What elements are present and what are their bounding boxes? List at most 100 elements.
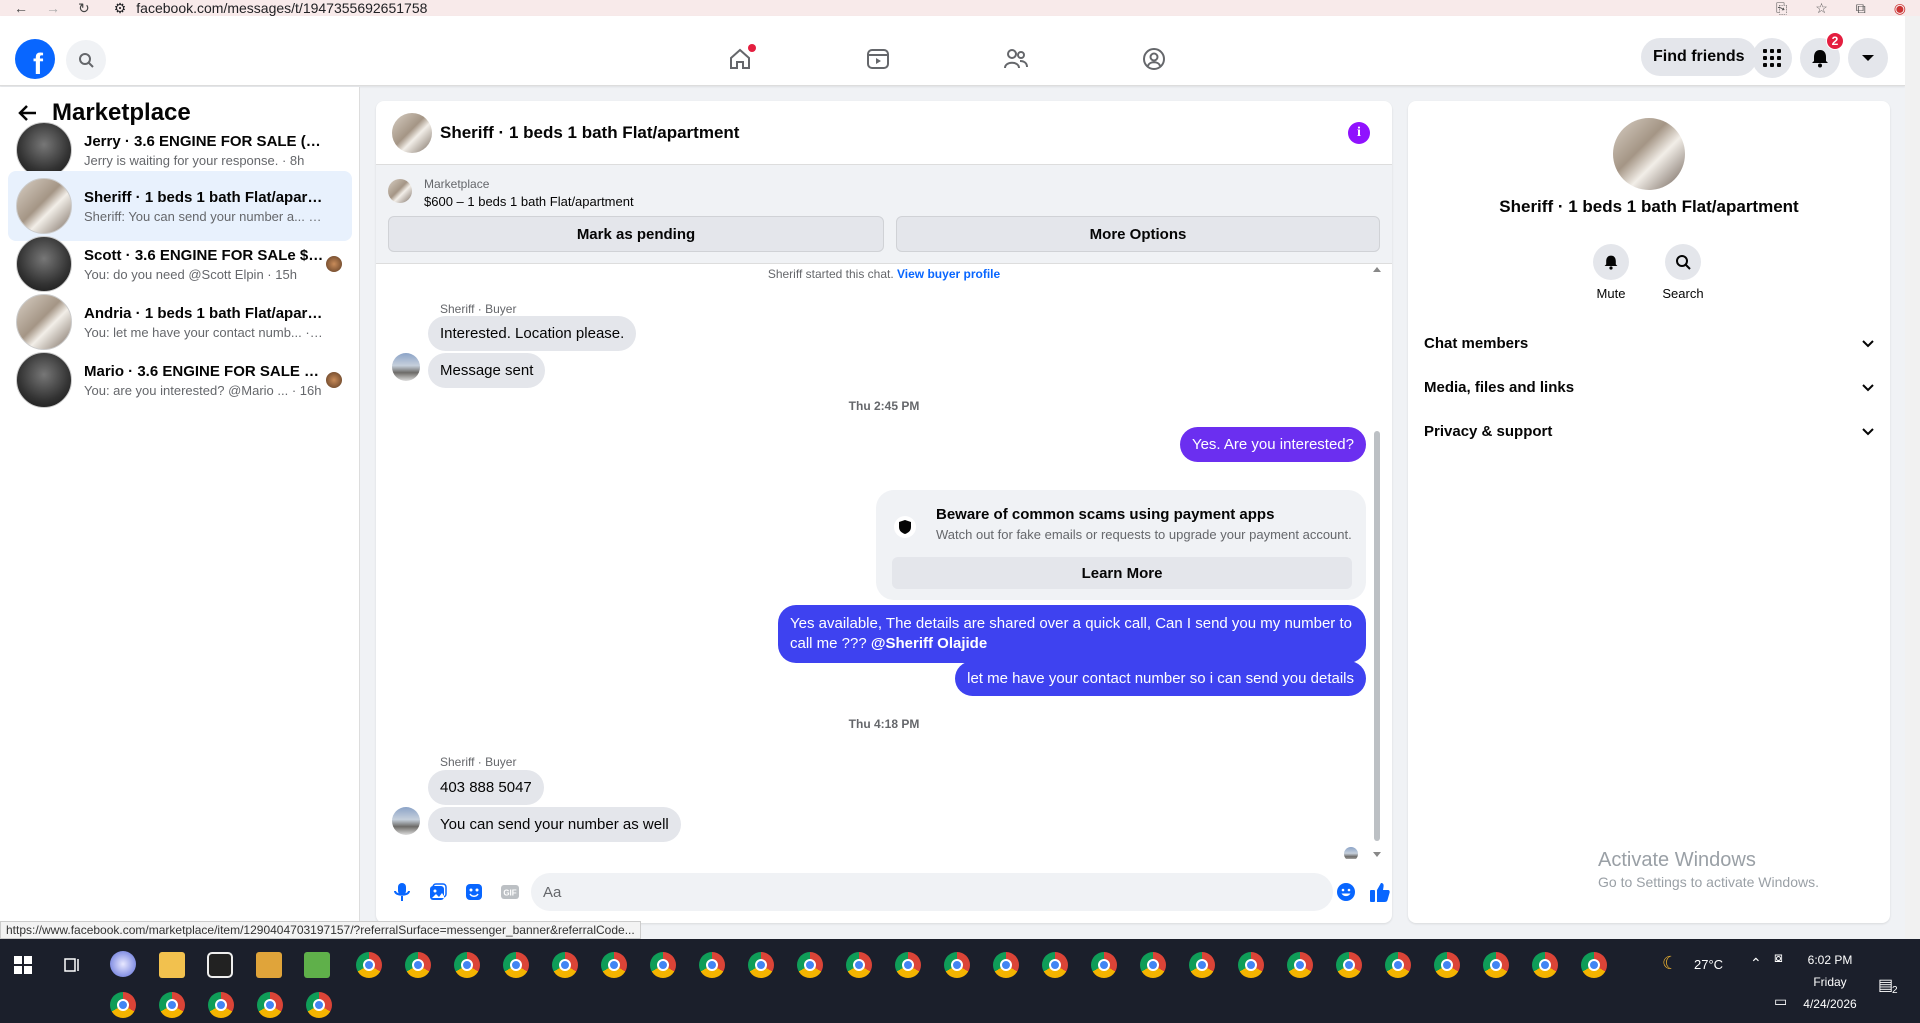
chrome-icon[interactable] — [797, 952, 823, 978]
voice-clip-button[interactable] — [384, 874, 420, 910]
groups-tab[interactable] — [1114, 32, 1194, 86]
chrome-icon[interactable] — [1189, 952, 1215, 978]
emoji-button[interactable] — [1328, 874, 1364, 910]
bookmark-star-icon[interactable]: ☆ — [1815, 0, 1828, 17]
install-app-icon[interactable]: ⎘ — [1776, 0, 1787, 17]
chrome-icon[interactable] — [601, 952, 627, 978]
app-icon[interactable] — [110, 951, 136, 977]
chrome-icon[interactable] — [159, 992, 185, 1018]
chrome-icon[interactable] — [257, 992, 283, 1018]
chrome-icon[interactable] — [1140, 952, 1166, 978]
chrome-icon[interactable] — [699, 952, 725, 978]
profile-icon[interactable]: ◉ — [1894, 0, 1906, 17]
incoming-message[interactable]: Message sent — [428, 353, 546, 388]
chrome-icon[interactable] — [1385, 952, 1411, 978]
attach-photo-button[interactable] — [420, 874, 456, 910]
chrome-icon[interactable] — [1434, 952, 1460, 978]
extensions-icon[interactable]: ⧉ — [1856, 0, 1866, 17]
chrome-icon[interactable] — [454, 952, 480, 978]
privacy-support-section[interactable]: Privacy & support — [1424, 423, 1874, 440]
site-info-icon[interactable]: ⚙ — [114, 0, 127, 17]
reload-icon[interactable]: ↻ — [78, 0, 90, 17]
chrome-icon[interactable] — [748, 952, 774, 978]
sender-avatar[interactable] — [392, 353, 420, 381]
incoming-message[interactable]: Interested. Location please. — [428, 316, 637, 351]
chrome-icon[interactable] — [1483, 952, 1509, 978]
notepad-icon[interactable] — [304, 952, 330, 978]
learn-more-button[interactable]: Learn More — [892, 557, 1352, 589]
menu-button[interactable] — [1752, 38, 1792, 78]
mute-button[interactable]: Mute — [1581, 244, 1641, 301]
capcut-icon[interactable] — [207, 952, 233, 978]
chrome-icon[interactable] — [650, 952, 676, 978]
back-arrow-icon[interactable]: ← — [14, 0, 28, 17]
chrome-icon[interactable] — [846, 952, 872, 978]
like-button[interactable] — [1362, 874, 1392, 910]
outgoing-message[interactable]: Yes. Are you interested? — [1179, 427, 1366, 462]
chrome-icon[interactable] — [552, 952, 578, 978]
chrome-icon[interactable] — [1581, 952, 1607, 978]
chrome-icon-active[interactable] — [944, 952, 970, 978]
chat-title[interactable]: Sheriff · 1 beds 1 bath Flat/apartment — [440, 123, 739, 143]
video-tab[interactable] — [838, 32, 918, 86]
address-bar[interactable]: facebook.com/messages/t/1947355692651758 — [136, 0, 427, 16]
weather-temp[interactable]: 27°C — [1694, 957, 1723, 972]
info-icon[interactable]: i — [1348, 122, 1370, 144]
chat-avatar[interactable] — [392, 112, 432, 153]
chrome-icon[interactable] — [405, 952, 431, 978]
scroll-down-icon[interactable] — [1372, 851, 1382, 859]
chrome-icon[interactable] — [503, 952, 529, 978]
sender-avatar[interactable] — [392, 807, 420, 835]
more-options-button[interactable]: More Options — [896, 216, 1380, 252]
media-files-links-section[interactable]: Media, files and links — [1424, 379, 1874, 396]
chrome-icon[interactable] — [306, 992, 332, 1018]
notifications-button[interactable]: 2 — [1800, 32, 1844, 78]
chrome-icon[interactable] — [356, 952, 382, 978]
page-scrollbar[interactable] — [1905, 16, 1920, 939]
listing-link[interactable]: $600 – 1 beds 1 bath Flat/apartment — [424, 194, 634, 209]
chrome-icon[interactable] — [1238, 952, 1264, 978]
forward-arrow-icon[interactable]: → — [46, 0, 60, 17]
tray-camera-icon[interactable]: ⧇ — [1774, 949, 1783, 966]
tray-chevron-up-icon[interactable]: ⌃ — [1750, 955, 1762, 972]
chrome-icon[interactable] — [110, 992, 136, 1018]
task-view-icon[interactable] — [63, 956, 81, 974]
mention-link[interactable]: @Sheriff Olajide — [871, 635, 987, 652]
notification-center-icon[interactable]: ▤ — [1878, 975, 1893, 995]
outgoing-message[interactable]: let me have your contact number so i can… — [955, 661, 1366, 696]
windows-start-icon[interactable] — [14, 956, 32, 974]
chat-members-section[interactable]: Chat members — [1424, 335, 1874, 352]
app-icon[interactable] — [256, 952, 282, 978]
chrome-icon[interactable] — [1532, 952, 1558, 978]
scrollbar-thumb[interactable] — [1374, 431, 1380, 841]
chrome-icon[interactable] — [895, 952, 921, 978]
weather-moon-icon[interactable]: ☾ — [1662, 953, 1678, 974]
network-icon[interactable]: ▭ — [1774, 993, 1787, 1010]
account-button[interactable] — [1848, 38, 1888, 78]
view-buyer-profile-link[interactable]: View buyer profile — [897, 267, 1000, 281]
find-friends-button[interactable]: Find friends — [1641, 38, 1757, 76]
chrome-icon[interactable] — [1336, 952, 1362, 978]
incoming-message[interactable]: You can send your number as well — [428, 807, 681, 842]
clock-date[interactable]: 4/24/2026 — [1798, 997, 1862, 1011]
search-button[interactable] — [66, 40, 106, 80]
chrome-icon[interactable] — [1042, 952, 1068, 978]
incoming-message[interactable]: 403 888 5047 — [428, 770, 544, 805]
listing-avatar[interactable] — [1613, 118, 1685, 190]
message-scrollbar[interactable] — [1372, 265, 1382, 859]
chrome-icon[interactable] — [993, 952, 1019, 978]
clock-day[interactable]: Friday — [1802, 975, 1858, 989]
gif-button[interactable]: GIF — [492, 874, 528, 910]
message-input[interactable]: Aa — [531, 873, 1333, 911]
chrome-icon[interactable] — [1287, 952, 1313, 978]
conversation-item[interactable]: Mario · 3.6 ENGINE FOR SALE (P... You: ar… — [8, 345, 352, 415]
scroll-up-icon[interactable] — [1372, 265, 1382, 273]
chrome-icon[interactable] — [208, 992, 234, 1018]
message-list[interactable]: Sheriff started this chat. View buyer pr… — [376, 265, 1392, 859]
file-explorer-icon[interactable] — [159, 952, 185, 978]
search-in-conversation-button[interactable]: Search — [1653, 244, 1713, 301]
outgoing-message[interactable]: Yes available, The details are shared ov… — [778, 605, 1366, 663]
mark-as-pending-button[interactable]: Mark as pending — [388, 216, 884, 252]
facebook-logo-icon[interactable]: f — [15, 39, 55, 79]
clock-time[interactable]: 6:02 PM — [1802, 953, 1858, 967]
